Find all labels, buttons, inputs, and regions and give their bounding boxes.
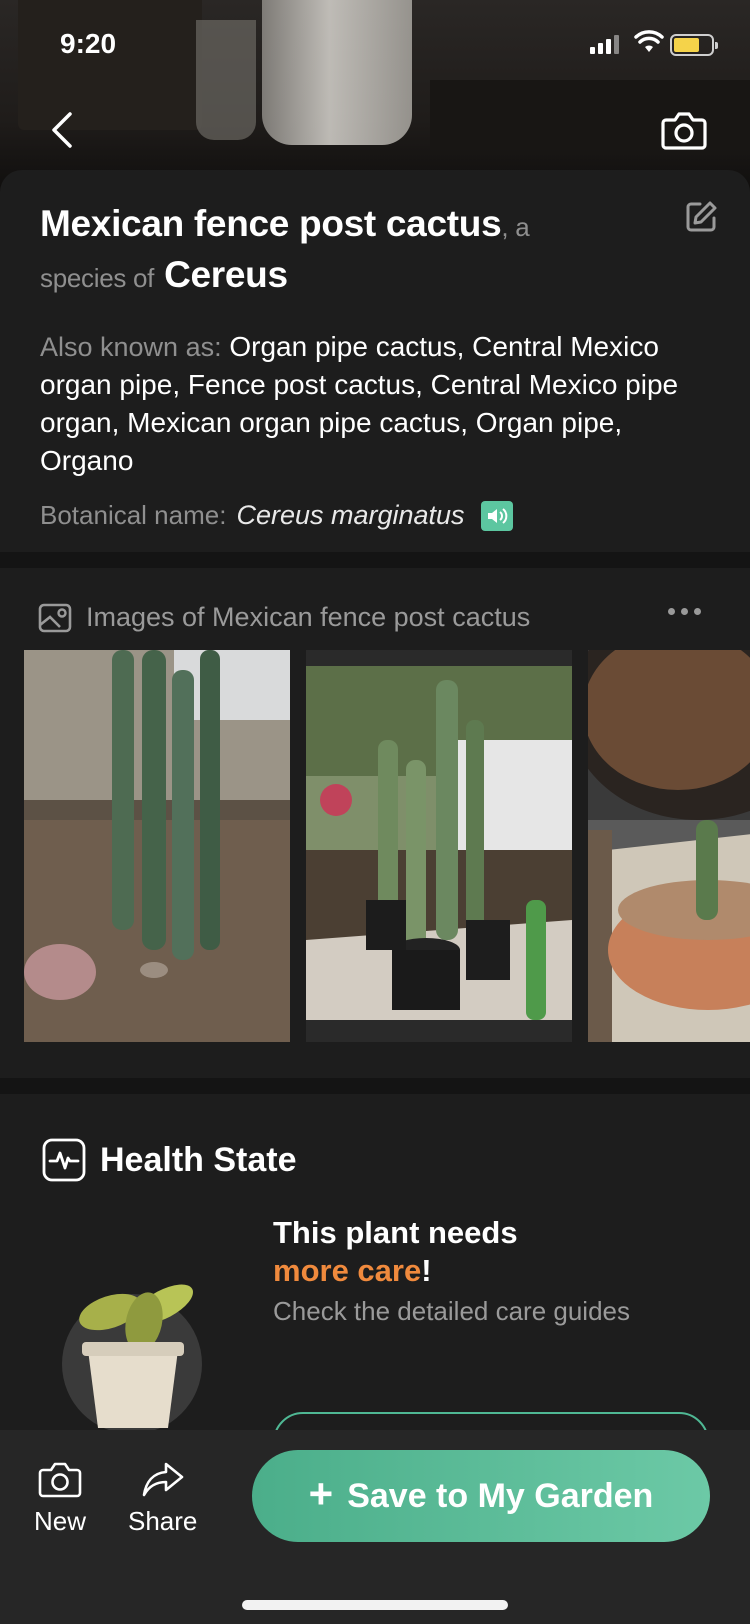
camera-icon [38, 1462, 82, 1498]
status-time: 9:20 [60, 28, 117, 59]
needs-line: This plant needs [273, 1215, 518, 1250]
species-connector-a: , a [501, 212, 530, 242]
bottom-action-bar: New Share + Save to My Garden [0, 1430, 750, 1624]
botanical-label: Botanical name: [40, 500, 227, 530]
home-indicator[interactable] [242, 1600, 508, 1610]
plant-title-card: Mexican fence post cactus, a species of … [0, 170, 750, 552]
plant-title: Mexican fence post cactus, a species of … [40, 200, 710, 302]
care-guides-text: Check the detailed care guides [273, 1296, 631, 1326]
health-title: Health State [100, 1140, 297, 1179]
image-icon [38, 603, 72, 632]
image-gallery[interactable] [0, 650, 750, 1042]
images-heading: Images of Mexican fence post cactus [38, 602, 530, 633]
battery-icon [670, 34, 718, 56]
new-label: New [34, 1506, 87, 1536]
edit-icon[interactable] [684, 200, 718, 234]
pulse-icon [42, 1138, 86, 1182]
new-button[interactable]: New [34, 1460, 86, 1537]
botanical-name-row: Botanical name: Cereus marginatus [40, 500, 710, 531]
care-highlight: more care [273, 1253, 422, 1288]
camera-icon [661, 112, 707, 150]
needs-care-text: This plant needs more care! [273, 1214, 630, 1290]
common-name: Mexican fence post cactus [40, 203, 502, 244]
images-heading-text: Images of Mexican fence post cactus [86, 602, 531, 632]
botanical-name: Cereus marginatus [236, 500, 465, 530]
status-bar: 9:20 [0, 0, 750, 90]
health-heading: Health State [42, 1138, 297, 1182]
chevron-left-icon [52, 112, 72, 148]
health-card: Health State This plant needs more care!… [0, 1094, 750, 1472]
camera-button[interactable] [660, 108, 708, 152]
plus-icon: + [308, 1470, 334, 1517]
wifi-icon [634, 30, 664, 52]
share-label: Share [128, 1506, 198, 1536]
health-message: This plant needs more care! Check the de… [273, 1214, 630, 1327]
plant-illustration [62, 1284, 202, 1434]
save-label: Save to My Garden [347, 1476, 654, 1515]
back-button[interactable] [44, 108, 84, 152]
aka-label: Also known as: [40, 332, 222, 362]
save-to-garden-button[interactable]: + Save to My Garden [252, 1450, 710, 1542]
gallery-photo[interactable] [306, 650, 572, 1042]
more-horizontal-icon[interactable] [668, 608, 701, 615]
share-icon [142, 1462, 183, 1497]
speaker-icon[interactable] [480, 500, 513, 531]
species-connector-b: species of [40, 263, 155, 293]
also-known-as: Also known as: Organ pipe cactus, Centra… [40, 328, 710, 480]
genus-name[interactable]: Cereus [164, 254, 288, 295]
gallery-photo[interactable] [588, 650, 750, 1042]
signal-icon [590, 34, 619, 54]
share-button[interactable]: Share [128, 1460, 197, 1537]
gallery-photo[interactable] [24, 650, 290, 1042]
care-suffix: ! [421, 1253, 432, 1288]
